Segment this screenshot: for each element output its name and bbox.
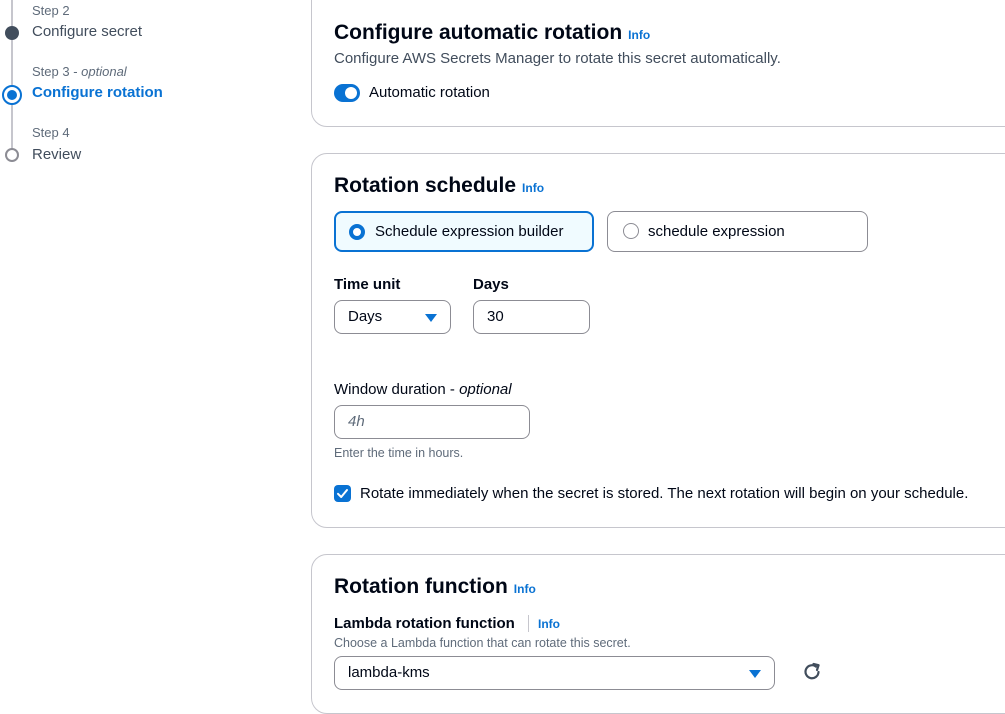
step-2-number: Step 2 <box>32 3 70 18</box>
step-4-title: Review <box>32 146 82 163</box>
window-duration-placeholder: 4h <box>348 413 365 430</box>
lambda-rotation-function-hint: Choose a Lambda function that can rotate… <box>334 636 631 650</box>
time-unit-label: Time unit <box>334 276 401 293</box>
rotation-function-container: Rotation function Info Lambda rotation fu… <box>311 554 1005 714</box>
rotation-schedule-container: Rotation schedule Info Schedule expressio… <box>311 153 1005 528</box>
automatic-rotation-description: Configure AWS Secrets Manager to rotate … <box>334 50 781 67</box>
days-input-value: 30 <box>487 308 504 325</box>
radio-selected-icon <box>349 224 365 240</box>
lambda-rotation-function-label: Lambda rotation function <box>334 615 515 632</box>
automatic-rotation-toggle-label: Automatic rotation <box>369 84 490 101</box>
step-3-current-icon <box>2 85 22 105</box>
caret-down-icon <box>749 670 761 678</box>
days-label: Days <box>473 276 509 293</box>
time-unit-value: Days <box>348 308 383 325</box>
rotation-schedule-heading: Rotation schedule Info <box>334 174 545 197</box>
schedule-expression-label: schedule expression <box>648 223 785 240</box>
window-duration-input[interactable]: 4h <box>334 405 530 439</box>
window-duration-label: Window duration - optional <box>334 381 512 398</box>
rotate-immediately-label: Rotate immediately when the secret is st… <box>360 485 969 502</box>
time-unit-select[interactable]: Days <box>334 300 451 334</box>
step-connector <box>11 0 13 26</box>
schedule-expression-builder-label: Schedule expression builder <box>375 223 564 240</box>
rotation-schedule-info-link[interactable]: Info <box>522 181 544 195</box>
step-4-number: Step 4 <box>32 125 70 140</box>
lambda-function-value: lambda-kms <box>348 664 430 681</box>
automatic-rotation-heading: Configure automatic rotation Info <box>334 21 651 44</box>
step-connector <box>11 103 13 149</box>
step-4-pending-icon <box>5 148 19 162</box>
automatic-rotation-toggle[interactable] <box>334 84 360 102</box>
step-2-link[interactable]: Configure secret <box>32 23 142 40</box>
step-3-number: Step 3 - optional <box>32 64 127 79</box>
step-3-current-title: Configure rotation <box>32 84 163 101</box>
step-2-complete-icon <box>5 26 19 40</box>
caret-down-icon <box>425 314 437 322</box>
schedule-expression-builder-option[interactable]: Schedule expression builder <box>334 211 594 252</box>
rotation-function-info-link[interactable]: Info <box>514 582 536 596</box>
checkmark-icon <box>337 489 348 498</box>
refresh-icon[interactable] <box>801 661 825 685</box>
wizard-steps: Step 2 Configure secret Step 3 - optiona… <box>0 0 300 690</box>
lambda-function-select[interactable]: lambda-kms <box>334 656 775 690</box>
automatic-rotation-container: Configure automatic rotation Info Configu… <box>311 0 1005 127</box>
days-input[interactable]: 30 <box>473 300 590 334</box>
automatic-rotation-info-link[interactable]: Info <box>628 28 650 42</box>
lambda-rotation-function-info-link[interactable]: Info <box>538 617 560 631</box>
step-connector <box>11 40 13 87</box>
rotate-immediately-checkbox[interactable] <box>334 485 351 502</box>
label-divider <box>528 615 529 632</box>
rotation-function-heading: Rotation function Info <box>334 575 536 598</box>
radio-unselected-icon <box>623 223 639 239</box>
schedule-expression-option[interactable]: schedule expression <box>607 211 868 252</box>
window-duration-hint: Enter the time in hours. <box>334 446 464 460</box>
